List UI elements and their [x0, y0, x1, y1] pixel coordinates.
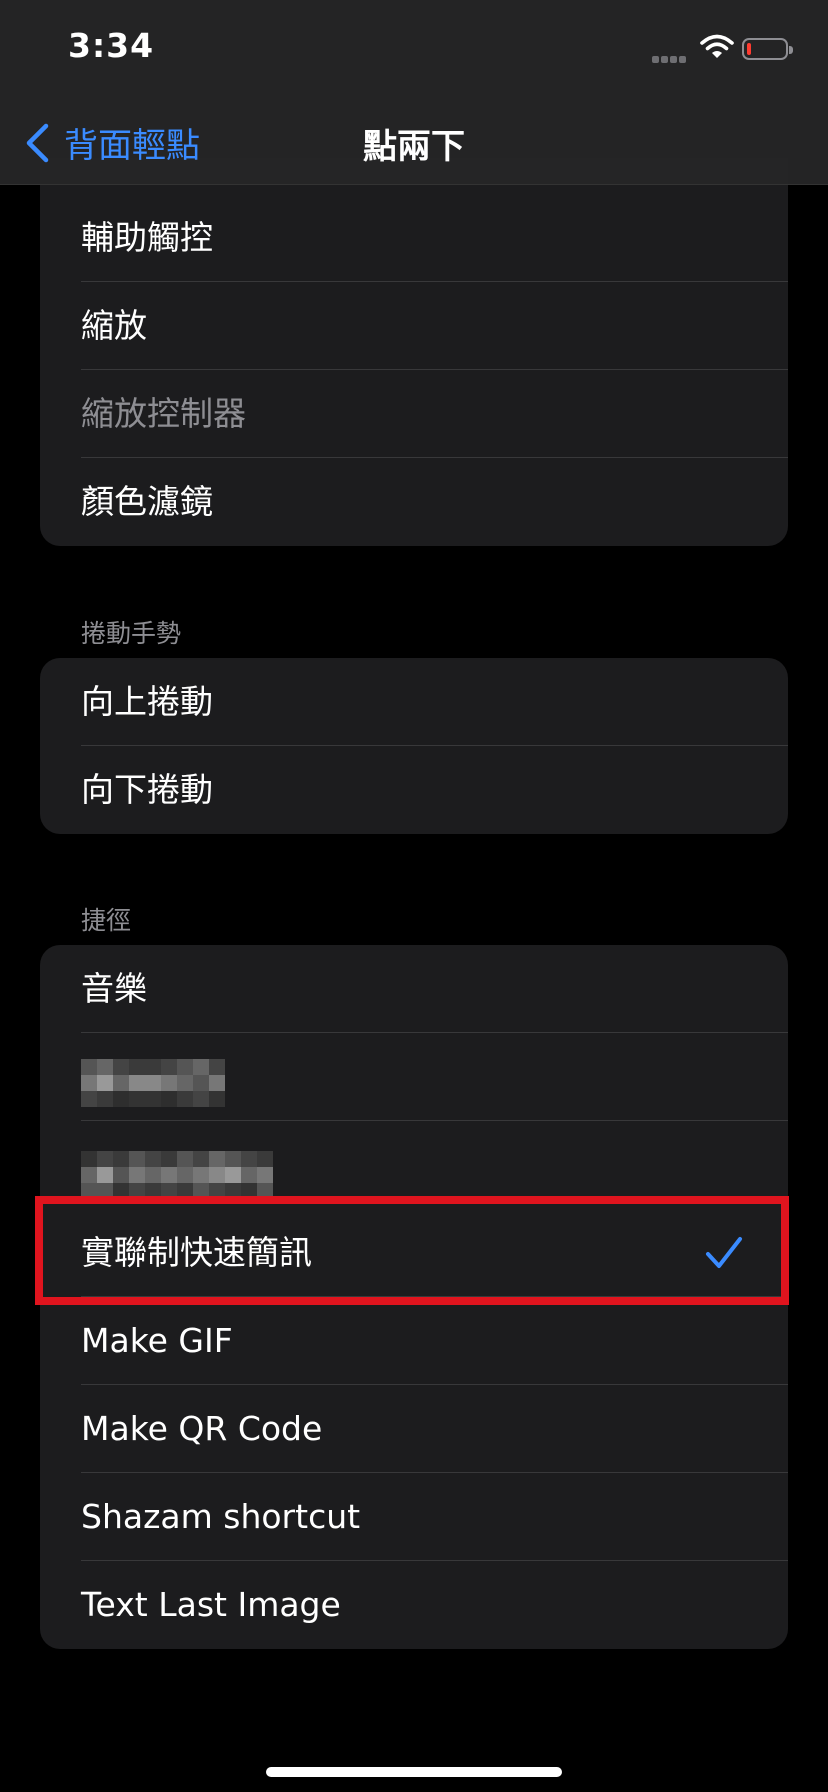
list-item-zoom-controller: 縮放控制器 — [40, 370, 788, 458]
section-header-scroll-gestures: 捲動手勢 — [81, 619, 182, 648]
list-item-zoom[interactable]: 縮放 — [40, 282, 788, 370]
list-item-label: 縮放控制器 — [81, 394, 246, 433]
battery-icon — [742, 38, 793, 60]
list-item-label: Text Last Image — [81, 1585, 341, 1624]
list-item-color-filters[interactable]: 顏色濾鏡 — [40, 458, 788, 546]
list-item-redacted-1[interactable] — [40, 1033, 788, 1121]
list-item-label: 輔助觸控 — [81, 218, 213, 257]
list-item-make-qr-code[interactable]: Make QR Code — [40, 1385, 788, 1473]
scroll-gestures-group: 向上捲動 向下捲動 — [40, 658, 788, 834]
list-item-label: 向下捲動 — [81, 770, 213, 809]
list-item-scroll-up[interactable]: 向上捲動 — [40, 658, 788, 746]
selection-highlight-box — [35, 1196, 789, 1305]
status-time: 3:34 — [68, 26, 155, 65]
home-indicator[interactable] — [266, 1767, 562, 1777]
list-item-make-gif[interactable]: Make GIF — [40, 1297, 788, 1385]
list-item-label: 顏色濾鏡 — [81, 482, 213, 521]
list-item-music[interactable]: 音樂 — [40, 945, 788, 1033]
cellular-signal-icon — [652, 48, 692, 63]
list-item-assistivetouch[interactable]: 輔助觸控 — [40, 194, 788, 282]
list-item-label: Shazam shortcut — [81, 1497, 361, 1536]
list-item-scroll-down[interactable]: 向下捲動 — [40, 746, 788, 834]
section-header-shortcuts: 捷徑 — [81, 906, 132, 935]
list-item-label: Make QR Code — [81, 1409, 323, 1448]
list-item-label: 音樂 — [81, 969, 147, 1008]
status-bar: 3:34 — [0, 0, 828, 100]
list-item-label: 縮放 — [81, 306, 147, 345]
page-title: 點兩下 — [363, 127, 465, 167]
list-item-label: 向上捲動 — [81, 682, 213, 721]
list-item-shazam-shortcut[interactable]: Shazam shortcut — [40, 1473, 788, 1561]
list-item-text-last-image[interactable]: Text Last Image — [40, 1561, 788, 1649]
pixelated-redaction — [81, 1151, 273, 1199]
battery-level — [747, 43, 751, 55]
list-item-label: Make GIF — [81, 1321, 233, 1360]
wifi-icon — [700, 34, 734, 58]
pixelated-redaction — [81, 1059, 225, 1107]
accessibility-group: 輔助觸控 縮放 縮放控制器 顏色濾鏡 — [40, 158, 788, 546]
battery-nub — [789, 46, 793, 54]
